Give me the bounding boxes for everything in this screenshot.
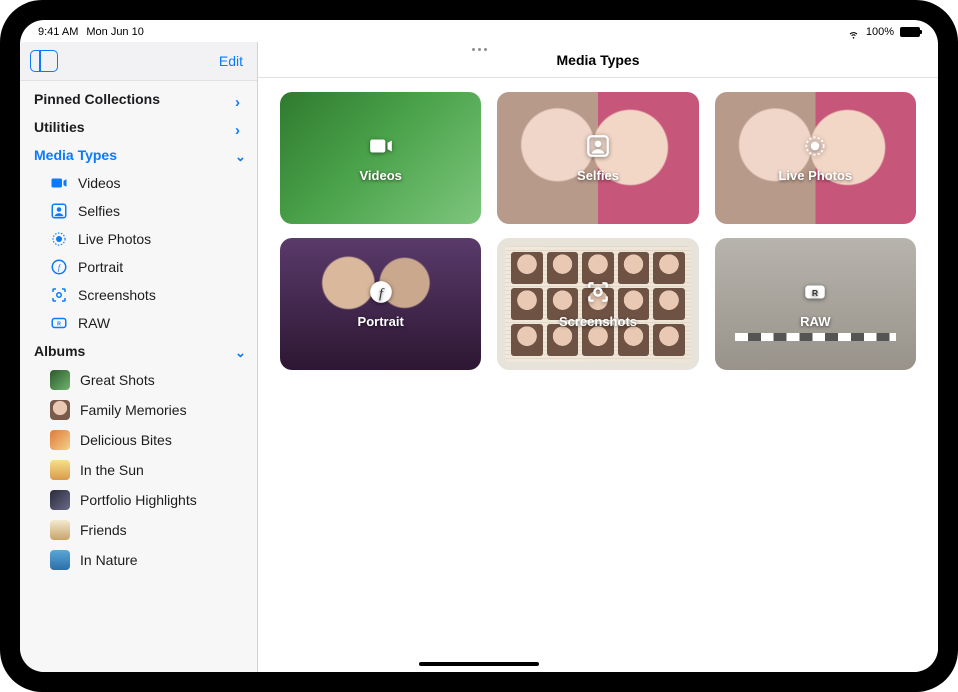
album-thumbnail xyxy=(50,400,70,420)
tile-label: Videos xyxy=(359,168,401,183)
sidebar-item-label: Live Photos xyxy=(78,231,151,247)
sidebar-section-utilities[interactable]: Utilities xyxy=(20,113,257,141)
sidebar-item-label: Friends xyxy=(80,522,127,538)
sidebar-album-portfolio-highlights[interactable]: Portfolio Highlights xyxy=(36,485,257,515)
sidebar-section-label: Utilities xyxy=(34,119,85,135)
chevron-down-icon xyxy=(235,150,245,160)
sidebar-item-raw[interactable]: R RAW xyxy=(36,309,257,337)
sidebar-item-screenshots[interactable]: Screenshots xyxy=(36,281,257,309)
raw-icon: R xyxy=(50,314,68,332)
album-thumbnail xyxy=(50,370,70,390)
sidebar-item-label: Great Shots xyxy=(80,372,155,388)
status-time: 9:41 AM xyxy=(38,26,78,38)
main-content: Media Types Videos xyxy=(258,42,938,672)
tile-label: RAW xyxy=(800,314,830,329)
sidebar-album-delicious-bites[interactable]: Delicious Bites xyxy=(36,425,257,455)
sidebar-section-label: Albums xyxy=(34,343,85,359)
album-thumbnail xyxy=(50,550,70,570)
app-body: Edit Pinned Collections Utilities Me xyxy=(20,42,938,672)
svg-text:f: f xyxy=(58,263,62,272)
sidebar-album-great-shots[interactable]: Great Shots xyxy=(36,365,257,395)
status-date: Mon Jun 10 xyxy=(86,26,143,38)
battery-percent: 100% xyxy=(866,26,894,38)
sidebar-albums-list: Great Shots Family Memories Delicious Bi… xyxy=(20,365,257,575)
tile-screenshots[interactable]: Screenshots xyxy=(497,238,698,370)
portrait-icon: f xyxy=(50,258,68,276)
sidebar-section-media-types[interactable]: Media Types xyxy=(20,141,257,169)
selfie-icon xyxy=(50,202,68,220)
sidebar-section-albums[interactable]: Albums xyxy=(20,337,257,365)
selfie-icon xyxy=(585,133,611,164)
sidebar-scroll[interactable]: Pinned Collections Utilities Media Types xyxy=(20,81,257,672)
tile-label: Live Photos xyxy=(778,168,852,183)
live-photo-icon xyxy=(50,230,68,248)
chevron-right-icon xyxy=(235,94,245,104)
album-thumbnail xyxy=(50,460,70,480)
video-icon xyxy=(368,133,394,164)
album-thumbnail xyxy=(50,430,70,450)
svg-text:R: R xyxy=(57,321,61,327)
sidebar-section-label: Media Types xyxy=(34,147,117,163)
sidebar-section-pinned[interactable]: Pinned Collections xyxy=(20,85,257,113)
sidebar-section-label: Pinned Collections xyxy=(34,91,160,107)
sidebar-toggle-icon[interactable] xyxy=(30,50,58,72)
portrait-icon: f xyxy=(368,279,394,310)
tile-label: Screenshots xyxy=(559,314,637,329)
sidebar-item-label: Portrait xyxy=(78,259,123,275)
sidebar-item-label: Screenshots xyxy=(78,287,156,303)
media-types-grid: Videos Selfies xyxy=(258,78,938,384)
screen: 9:41 AM Mon Jun 10 100% Edit xyxy=(20,20,938,672)
battery-icon xyxy=(900,27,920,37)
sidebar-item-label: In Nature xyxy=(80,552,138,568)
sidebar-item-label: RAW xyxy=(78,315,110,331)
sidebar-album-in-the-sun[interactable]: In the Sun xyxy=(36,455,257,485)
screenshot-icon xyxy=(50,286,68,304)
edit-button[interactable]: Edit xyxy=(219,53,243,69)
tile-selfies[interactable]: Selfies xyxy=(497,92,698,224)
tile-videos[interactable]: Videos xyxy=(280,92,481,224)
live-photo-icon xyxy=(802,133,828,164)
tile-label: Portrait xyxy=(358,314,404,329)
sidebar-item-label: Delicious Bites xyxy=(80,432,172,448)
chevron-right-icon xyxy=(235,122,245,132)
video-icon xyxy=(50,174,68,192)
multitask-ellipsis[interactable] xyxy=(466,46,492,52)
tile-raw[interactable]: R RAW xyxy=(715,238,916,370)
album-thumbnail xyxy=(50,490,70,510)
sidebar-item-label: Family Memories xyxy=(80,402,187,418)
sidebar-album-in-nature[interactable]: In Nature xyxy=(36,545,257,575)
sidebar-item-portrait[interactable]: f Portrait xyxy=(36,253,257,281)
raw-icon: R xyxy=(802,279,828,310)
wifi-icon xyxy=(847,27,860,37)
sidebar-item-label: Selfies xyxy=(78,203,120,219)
sidebar: Edit Pinned Collections Utilities Me xyxy=(20,42,258,672)
sidebar-media-types-list: Videos Selfies Live Photos xyxy=(20,169,257,337)
sidebar-item-selfies[interactable]: Selfies xyxy=(36,197,257,225)
sidebar-item-label: In the Sun xyxy=(80,462,144,478)
sidebar-album-family-memories[interactable]: Family Memories xyxy=(36,395,257,425)
main-header: Media Types xyxy=(258,42,938,78)
svg-text:R: R xyxy=(812,288,819,298)
ipad-frame: 9:41 AM Mon Jun 10 100% Edit xyxy=(0,0,958,692)
screenshot-icon xyxy=(585,279,611,310)
chevron-down-icon xyxy=(235,346,245,356)
sidebar-item-label: Portfolio Highlights xyxy=(80,492,197,508)
tile-live-photos[interactable]: Live Photos xyxy=(715,92,916,224)
sidebar-top: Edit xyxy=(20,42,257,81)
sidebar-album-friends[interactable]: Friends xyxy=(36,515,257,545)
home-indicator[interactable] xyxy=(419,662,539,666)
tile-label: Selfies xyxy=(577,168,619,183)
sidebar-item-videos[interactable]: Videos xyxy=(36,169,257,197)
sidebar-item-live-photos[interactable]: Live Photos xyxy=(36,225,257,253)
tile-portrait[interactable]: f Portrait xyxy=(280,238,481,370)
album-thumbnail xyxy=(50,520,70,540)
sidebar-item-label: Videos xyxy=(78,175,121,191)
page-title: Media Types xyxy=(557,52,640,68)
status-bar: 9:41 AM Mon Jun 10 100% xyxy=(20,20,938,42)
